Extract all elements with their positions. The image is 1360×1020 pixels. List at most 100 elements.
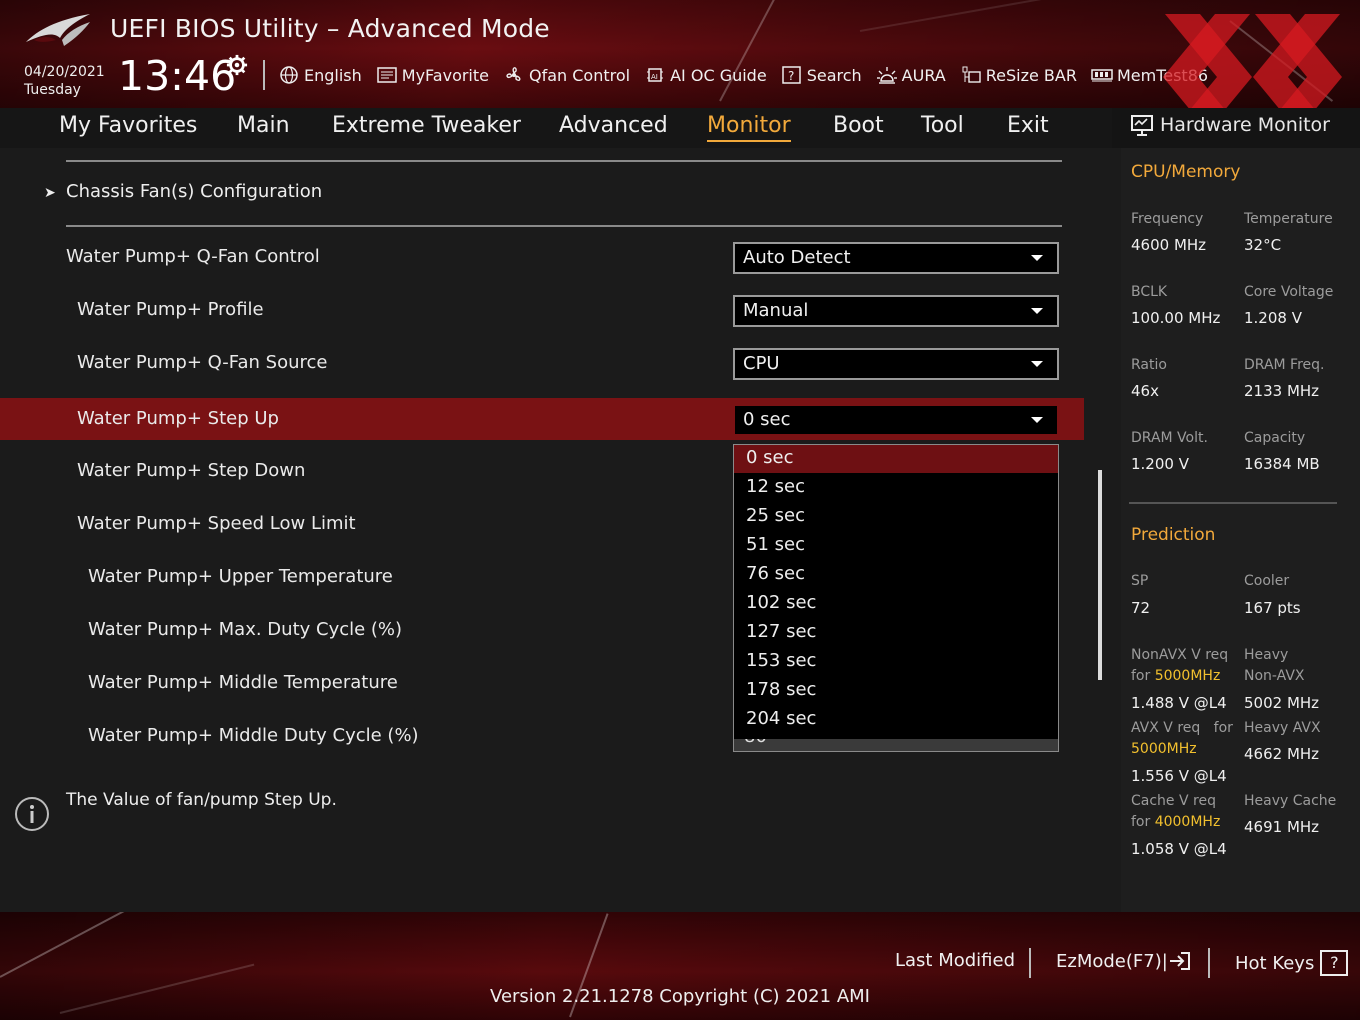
qfan-source-dropdown[interactable]: CPU [733,348,1059,380]
fan-icon [506,67,521,82]
hardware-monitor-panel: CPU/Memory Frequency 4600 MHz Temperatur… [1121,148,1360,912]
tab-my-favorites[interactable]: My Favorites [59,113,197,138]
chassis-fan-config-link[interactable]: ➤ Chassis Fan(s) Configuration [44,181,322,202]
nonavx-target-freq: 5000MHz [1154,668,1221,684]
option-item[interactable]: 76 sec [734,561,1058,589]
language-label: English [304,65,362,85]
tab-exit[interactable]: Exit [1007,113,1049,138]
tab-extreme-tweaker[interactable]: Extreme Tweaker [332,113,521,138]
setting-row-selected[interactable]: Water Pump+ Step Up 0 sec [0,398,1084,440]
scrollbar[interactable] [1098,470,1102,680]
option-item-selected[interactable]: 0 sec [734,445,1058,473]
core-voltage-value: 1.208 V [1244,309,1302,327]
step-up-options-list: 0 sec 12 sec 25 sec 51 sec 76 sec 102 se… [733,444,1059,752]
ai-oc-guide-button[interactable]: AI AI OC Guide [644,65,767,85]
language-button[interactable]: English [278,65,362,85]
decorative-streak [0,912,213,978]
heavy-nonavx-value: 5002 MHz [1244,694,1320,712]
info-icon [15,797,49,831]
setting-row[interactable]: Water Pump+ Profile Manual [0,289,1084,331]
sp-value: 72 [1131,599,1151,617]
dram-freq-label: DRAM Freq. [1244,357,1325,373]
setting-label: Water Pump+ Middle Temperature [88,672,398,693]
avx-label-for: for [1213,720,1233,736]
profile-dropdown[interactable]: Manual [733,295,1059,327]
nonavx-value: 1.488 V @L4 [1131,694,1227,712]
day-text: Tuesday [24,82,81,98]
qfan-control-dropdown[interactable]: Auto Detect [733,242,1059,274]
decorative-streak [859,0,1117,32]
myfavorite-label: MyFavorite [401,65,489,85]
qfan-control-button[interactable]: Qfan Control [503,65,630,85]
option-item[interactable]: 178 sec [734,677,1058,705]
chevron-right-icon: ➤ [44,185,56,201]
option-item[interactable]: 204 sec [734,706,1058,734]
main-tab-bar: My Favorites Main Extreme Tweaker Advanc… [0,108,1112,148]
avx-label: AVX V req for 5000MHz [1131,718,1233,760]
tab-boot[interactable]: Boot [833,113,884,138]
memtest-label: MemTest86 [1116,65,1209,85]
option-item[interactable]: 25 sec [734,503,1058,531]
heavy-avx-label: Heavy AVX [1244,720,1321,736]
option-item[interactable]: 51 sec [734,532,1058,560]
qfan-control-label: Qfan Control [529,65,631,85]
rog-logo-icon [26,14,90,46]
setting-label: Water Pump+ Max. Duty Cycle (%) [88,619,403,640]
globe-icon [280,66,298,84]
cache-label: Cache V req for 4000MHz [1131,791,1220,833]
hardware-monitor-title: Hardware Monitor [1160,114,1330,136]
cache-target-freq: 4000MHz [1154,814,1221,830]
core-voltage-label: Core Voltage [1244,284,1334,300]
setting-label: Water Pump+ Step Up [77,408,279,429]
tab-main[interactable]: Main [237,113,290,138]
ai-oc-guide-label: AI OC Guide [670,65,767,85]
option-item[interactable]: 127 sec [734,619,1058,647]
dram-freq-value: 2133 MHz [1244,382,1320,400]
last-modified-button[interactable]: Last Modified [895,950,1015,971]
svg-text:AI: AI [651,73,658,81]
option-item[interactable]: 12 sec [734,474,1058,502]
search-button[interactable]: ? Search [781,65,862,85]
option-item[interactable]: 102 sec [734,590,1058,618]
ratio-value: 46x [1131,382,1159,400]
resize-bar-button[interactable]: ReSize BAR [960,65,1077,85]
nonavx-label-line1: NonAVX V req [1131,647,1229,663]
resize-bar-label: ReSize BAR [985,65,1077,85]
temperature-label: Temperature [1244,211,1333,227]
heavy-nonavx-label-line1: Heavy [1244,647,1289,663]
tab-advanced[interactable]: Advanced [559,113,668,138]
cooler-value: 167 pts [1244,599,1301,617]
aura-button[interactable]: AURA [876,65,946,85]
hot-keys-button[interactable]: Hot Keys ? [1235,950,1349,976]
exit-arrow-icon [1169,952,1190,970]
tab-monitor[interactable]: Monitor [707,113,791,142]
dropdown-value: Manual [743,300,809,321]
avx-target-freq: 5000MHz [1131,741,1197,757]
avx-label-line1: AVX V req [1131,720,1201,736]
clock-time: 13:46 [118,52,237,100]
submenu-label: Chassis Fan(s) Configuration [66,181,323,202]
cache-label-line1: Cache V req [1131,793,1216,809]
svg-text:?: ? [788,69,794,83]
gear-icon[interactable] [226,54,248,76]
memtest-button[interactable]: MemTest86 [1091,65,1208,85]
footer-separator [1029,948,1031,978]
header-separator [263,60,265,90]
prediction-heading: Prediction [1131,525,1216,545]
setting-row[interactable]: Water Pump+ Q-Fan Control Auto Detect [0,236,1084,278]
myfavorite-button[interactable]: MyFavorite [376,65,489,85]
capacity-label: Capacity [1244,430,1306,446]
dram-volt-value: 1.200 V [1131,455,1189,473]
option-item[interactable]: 153 sec [734,648,1058,676]
nonavx-label: NonAVX V req for 5000MHz [1131,645,1228,687]
setting-label: Water Pump+ Profile [77,299,264,320]
hot-keys-label: Hot Keys [1235,952,1315,974]
hidden-field-edge: 80 [734,739,1058,751]
setting-label: Water Pump+ Upper Temperature [88,566,393,587]
date-display: 04/20/2021 Tuesday [24,63,105,99]
tab-tool[interactable]: Tool [921,113,964,138]
ezmode-button[interactable]: EzMode(F7)| [1056,950,1194,972]
setting-row[interactable]: Water Pump+ Q-Fan Source CPU [0,342,1084,384]
step-up-dropdown[interactable]: 0 sec [733,404,1059,436]
ai-chip-icon: AI [647,68,664,82]
